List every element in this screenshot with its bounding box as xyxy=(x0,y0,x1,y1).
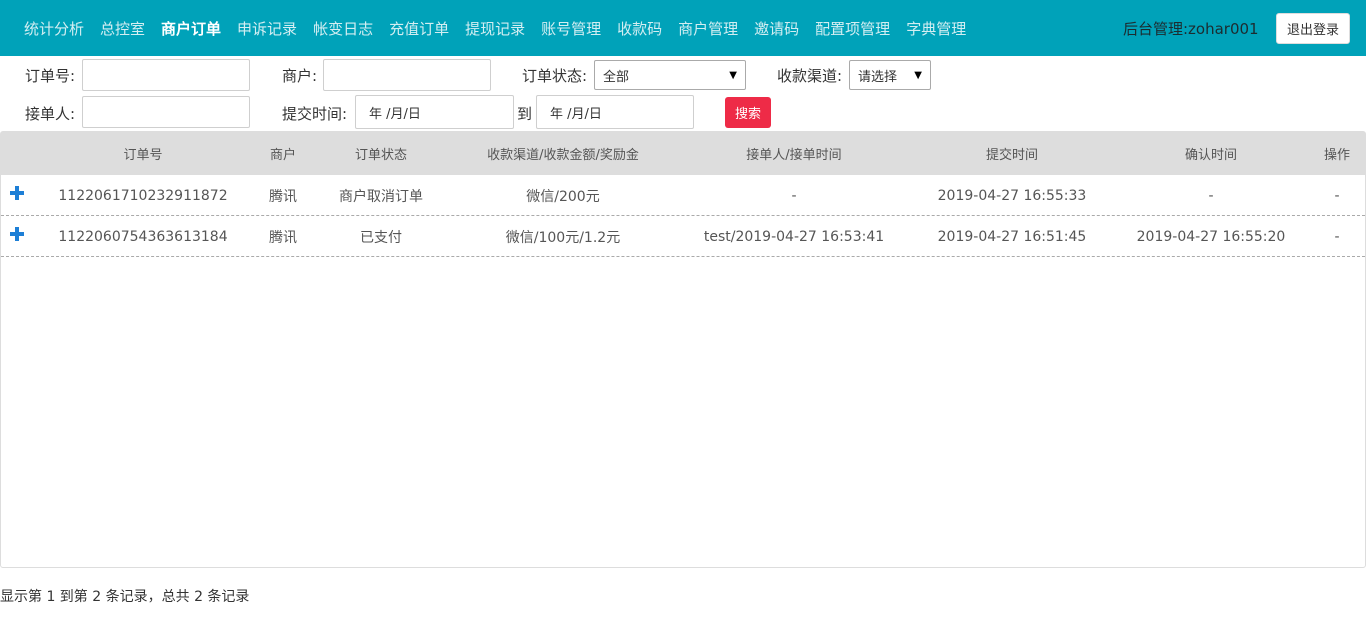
date-from-placeholder: 年 /月/日 xyxy=(369,106,421,122)
cell-receiver-time: - xyxy=(791,187,797,204)
logout-button[interactable]: 退出登录 xyxy=(1276,13,1350,44)
table-row: 1122060754363613184 腾讯 已支付 微信/100元/1.2元 … xyxy=(1,216,1365,257)
orders-table: 订单号 商户 订单状态 收款渠道/收款金额/奖励金 接单人/接单时间 提交时间 … xyxy=(0,131,1366,568)
nav-item-statistics[interactable]: 统计分析 xyxy=(16,18,92,39)
date-to-placeholder: 年 /月/日 xyxy=(550,106,602,122)
header-actions[interactable]: 操作 xyxy=(1309,132,1365,175)
table-row: 1122061710232911872 腾讯 商户取消订单 微信/200元 - … xyxy=(1,175,1365,216)
cell-order-no: 1122060754363613184 xyxy=(58,228,228,245)
pagination-info: 显示第 1 到第 2 条记录，总共 2 条记录 xyxy=(0,589,250,605)
nav-item-account-log[interactable]: 帐变日志 xyxy=(305,18,381,39)
table-header: 订单号 商户 订单状态 收款渠道/收款金额/奖励金 接单人/接单时间 提交时间 … xyxy=(1,132,1365,175)
merchant-input[interactable] xyxy=(323,59,491,91)
cell-confirm-time: 2019-04-27 16:55:20 xyxy=(1136,228,1286,245)
cell-confirm-time: - xyxy=(1208,187,1214,204)
nav-item-payment-codes[interactable]: 收款码 xyxy=(609,18,670,39)
cell-merchant: 腾讯 xyxy=(269,188,297,205)
cell-receiver-time: test/2019-04-27 16:53:41 xyxy=(703,228,885,245)
merchant-label: 商户: xyxy=(282,67,318,85)
header-merchant[interactable]: 商户 xyxy=(253,132,313,175)
header-submit-time[interactable]: 提交时间 xyxy=(911,132,1113,175)
nav-item-control-room[interactable]: 总控室 xyxy=(92,18,153,39)
nav-item-accounts[interactable]: 账号管理 xyxy=(533,18,609,39)
nav-item-recharge-orders[interactable]: 充值订单 xyxy=(381,18,457,39)
header-channel-amount[interactable]: 收款渠道/收款金额/奖励金 xyxy=(449,132,677,175)
nav-item-merchants[interactable]: 商户管理 xyxy=(670,18,746,39)
cell-status: 商户取消订单 xyxy=(339,188,423,205)
cell-actions: - xyxy=(1334,187,1340,204)
submit-time-from-input[interactable]: 年 /月/日 xyxy=(355,95,514,129)
cell-merchant: 腾讯 xyxy=(269,229,297,246)
nav-item-merchant-orders[interactable]: 商户订单 xyxy=(153,18,229,39)
nav-item-appeals[interactable]: 申诉记录 xyxy=(229,18,305,39)
order-status-select[interactable]: 全部 ▼ xyxy=(594,60,746,90)
expand-plus-icon[interactable] xyxy=(10,227,24,241)
expand-plus-icon[interactable] xyxy=(10,186,24,200)
channel-select[interactable]: 请选择 ▼ xyxy=(849,60,931,90)
nav-menu: 统计分析 总控室 商户订单 申诉记录 帐变日志 充值订单 提现记录 账号管理 收… xyxy=(16,0,974,56)
header-order-no[interactable]: 订单号 xyxy=(33,132,253,175)
cell-channel-amount: 微信/200元 xyxy=(526,188,600,205)
order-status-selected: 全部 xyxy=(603,69,630,85)
nav-item-config[interactable]: 配置项管理 xyxy=(807,18,898,39)
search-button[interactable]: 搜索 xyxy=(725,97,771,128)
receiver-label: 接单人: xyxy=(25,105,76,123)
order-no-label: 订单号: xyxy=(25,67,76,85)
header-status[interactable]: 订单状态 xyxy=(313,132,449,175)
submit-time-label: 提交时间: xyxy=(282,105,348,123)
current-user: 后台管理:zohar001 xyxy=(1123,20,1259,38)
header-receiver-time[interactable]: 接单人/接单时间 xyxy=(677,132,911,175)
channel-selected: 请选择 xyxy=(858,69,898,85)
top-navbar: 统计分析 总控室 商户订单 申诉记录 帐变日志 充值订单 提现记录 账号管理 收… xyxy=(0,0,1366,56)
date-range-separator: 到 xyxy=(517,105,533,123)
dropdown-arrow-icon: ▼ xyxy=(914,69,922,81)
nav-item-withdrawals[interactable]: 提现记录 xyxy=(457,18,533,39)
channel-label: 收款渠道: xyxy=(777,67,843,85)
cell-order-no: 1122061710232911872 xyxy=(58,187,228,204)
cell-channel-amount: 微信/100元/1.2元 xyxy=(505,229,621,246)
receiver-input[interactable] xyxy=(82,96,250,128)
submit-time-to-input[interactable]: 年 /月/日 xyxy=(536,95,694,129)
header-confirm-time[interactable]: 确认时间 xyxy=(1113,132,1309,175)
nav-item-dictionary[interactable]: 字典管理 xyxy=(898,18,974,39)
cell-actions: - xyxy=(1334,228,1340,245)
nav-item-invite-codes[interactable]: 邀请码 xyxy=(746,18,807,39)
cell-submit-time: 2019-04-27 16:51:45 xyxy=(937,228,1087,245)
dropdown-arrow-icon: ▼ xyxy=(729,69,737,81)
order-no-input[interactable] xyxy=(82,59,250,91)
order-status-label: 订单状态: xyxy=(522,67,588,85)
cell-submit-time: 2019-04-27 16:55:33 xyxy=(937,187,1087,204)
cell-status: 已支付 xyxy=(360,229,402,246)
